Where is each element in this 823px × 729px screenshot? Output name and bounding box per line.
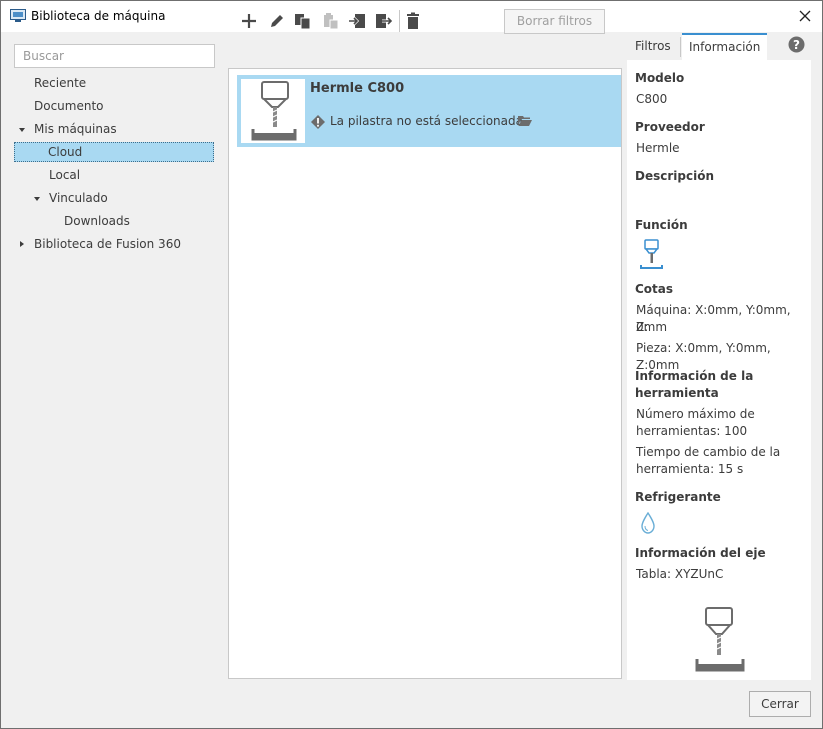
warning-icon bbox=[311, 115, 325, 129]
tree-item-downloads[interactable]: Downloads bbox=[64, 211, 130, 231]
caret-down-icon[interactable] bbox=[33, 195, 41, 203]
tool-change-line2: herramienta: 15 s bbox=[636, 462, 744, 476]
mill-machine-icon bbox=[251, 81, 297, 141]
svg-text:?: ? bbox=[793, 38, 800, 52]
search-input[interactable] bbox=[14, 44, 215, 68]
tab-filters[interactable]: Filtros bbox=[635, 33, 671, 60]
axis-info-label: Información del eje bbox=[635, 546, 766, 560]
tree-item-linked[interactable]: Vinculado bbox=[49, 188, 108, 208]
paste-icon bbox=[324, 13, 339, 30]
tab-information-label: Información bbox=[689, 40, 761, 54]
close-icon[interactable] bbox=[794, 5, 816, 27]
tool-change-line1: Tiempo de cambio de la bbox=[636, 445, 781, 459]
folder-open-icon[interactable] bbox=[518, 115, 532, 127]
tool-info-label-line2: herramienta bbox=[635, 386, 719, 400]
function-label: Función bbox=[635, 218, 688, 232]
machine-preview-icon bbox=[695, 607, 745, 672]
tree-item-local[interactable]: Local bbox=[49, 165, 80, 185]
close-button[interactable]: Cerrar bbox=[749, 691, 811, 717]
vendor-value: Hermle bbox=[636, 141, 680, 155]
machine-dimensions-line2: 0mm bbox=[636, 320, 668, 334]
description-label: Descripción bbox=[635, 169, 714, 183]
help-icon[interactable]: ? bbox=[788, 36, 805, 53]
tree-item-my-machines[interactable]: Mis máquinas bbox=[34, 119, 117, 139]
copy-icon[interactable] bbox=[293, 11, 313, 31]
coolant-drop-icon bbox=[641, 512, 655, 534]
tree-item-document[interactable]: Documento bbox=[34, 96, 104, 116]
edit-icon[interactable] bbox=[267, 11, 287, 31]
tab-divider bbox=[680, 37, 681, 57]
machine-warning-text: La pilastra no está seleccionada bbox=[330, 114, 523, 128]
toolbar-separator bbox=[399, 10, 400, 32]
information-panel: Modelo C800 Proveedor Hermle Descripción… bbox=[627, 60, 811, 680]
model-label: Modelo bbox=[635, 71, 685, 85]
axis-table-value: Tabla: XYZUnC bbox=[636, 567, 724, 581]
tree-item-recent[interactable]: Reciente bbox=[34, 73, 86, 93]
coolant-label: Refrigerante bbox=[635, 490, 721, 504]
caret-right-icon[interactable] bbox=[18, 240, 26, 248]
model-value: C800 bbox=[636, 92, 668, 106]
machine-list-item[interactable]: Hermle C800 La pilastra no está seleccio… bbox=[237, 75, 621, 147]
tab-information[interactable]: Información bbox=[682, 33, 767, 60]
add-icon[interactable] bbox=[239, 11, 259, 31]
machine-library-icon bbox=[10, 9, 26, 22]
vendor-label: Proveedor bbox=[635, 120, 705, 134]
milling-function-icon bbox=[640, 239, 663, 269]
import-icon[interactable] bbox=[347, 11, 367, 31]
window-title: Biblioteca de máquina bbox=[31, 9, 166, 23]
tree-item-cloud-label: Cloud bbox=[48, 145, 83, 159]
max-tools-line1: Número máximo de bbox=[636, 407, 755, 421]
clear-filters-button[interactable]: Borrar filtros bbox=[504, 9, 605, 34]
caret-down-icon[interactable] bbox=[18, 126, 26, 134]
max-tools-line2: herramientas: 100 bbox=[636, 424, 748, 438]
machine-thumbnail bbox=[241, 79, 305, 143]
machine-name: Hermle C800 bbox=[310, 81, 405, 96]
tree-item-fusion-library[interactable]: Biblioteca de Fusion 360 bbox=[34, 234, 181, 254]
machine-list: Hermle C800 La pilastra no está seleccio… bbox=[228, 68, 622, 679]
machine-library-dialog: Biblioteca de máquina Reciente Documento… bbox=[0, 0, 823, 729]
export-icon[interactable] bbox=[374, 11, 394, 31]
tree-item-cloud[interactable]: Cloud bbox=[14, 142, 214, 162]
tool-info-label-line1: Información de la bbox=[635, 369, 754, 383]
delete-icon[interactable] bbox=[403, 11, 423, 31]
library-tree-panel: Reciente Documento Mis máquinas Cloud Lo… bbox=[1, 32, 225, 692]
dimensions-label: Cotas bbox=[635, 282, 674, 296]
